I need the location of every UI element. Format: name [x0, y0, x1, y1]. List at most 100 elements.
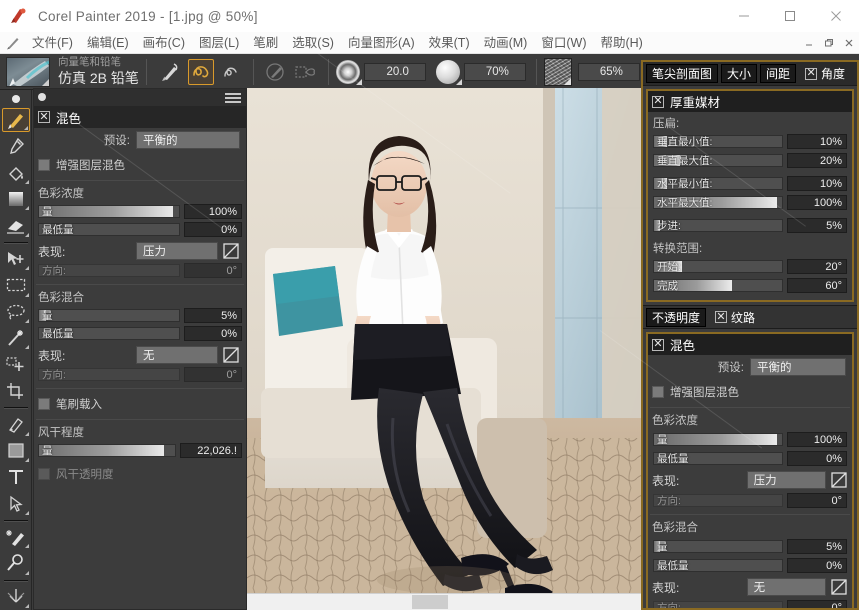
crop-tool[interactable] — [2, 379, 30, 403]
brush-opacity-dial[interactable] — [436, 60, 460, 84]
impasto-hmax-value[interactable]: 100% — [787, 195, 847, 210]
cb-expression-select[interactable]: 无 — [136, 346, 218, 364]
impasto-section-header[interactable]: ✕ 厚重媒材 — [648, 91, 852, 112]
brush-size-input[interactable]: 20.0 — [364, 63, 426, 81]
brush-opacity-input[interactable]: 70% — [464, 63, 526, 81]
brush-stroke-icon[interactable] — [158, 59, 184, 85]
rp-cc-amount-slider[interactable]: 量 — [653, 433, 783, 446]
menu-file[interactable]: 文件(F) — [25, 32, 80, 54]
menu-layers[interactable]: 图层(L) — [192, 32, 246, 54]
cc-expression-select[interactable]: 压力 — [136, 242, 218, 260]
impasto-hmin-slider[interactable]: 水平最小值: — [653, 177, 783, 190]
rp-cc-expression-select[interactable]: 压力 — [747, 471, 826, 489]
brush-preview-swatch[interactable] — [6, 57, 50, 87]
freehand-stroke-icon[interactable] — [188, 59, 214, 85]
tab-angle[interactable]: ✕ 角度 — [799, 64, 851, 83]
cc-min-slider[interactable]: 最低量 — [38, 223, 180, 236]
rp-cb-amount-slider[interactable]: 量 — [653, 540, 783, 553]
cb-amount-slider[interactable]: 量 — [38, 309, 180, 322]
rp-cc-min-value[interactable]: 0% — [787, 451, 847, 466]
palette-grab-dot[interactable] — [12, 95, 20, 103]
stroke-preview-icon[interactable] — [293, 59, 319, 85]
menu-edit[interactable]: 编辑(E) — [80, 32, 136, 54]
cb-direction-value[interactable]: 0° — [184, 367, 242, 382]
shape-tool[interactable] — [2, 439, 30, 463]
horizontal-scrollbar[interactable] — [247, 593, 641, 610]
brush-size-dial[interactable] — [336, 60, 360, 84]
eraser-tool[interactable] — [2, 213, 30, 237]
menu-canvas[interactable]: 画布(C) — [136, 32, 192, 54]
cb-min-slider[interactable]: 最低量 — [38, 327, 180, 340]
tab-angle-checkbox[interactable]: ✕ — [805, 68, 817, 80]
cc-amount-value[interactable]: 100% — [184, 204, 242, 219]
impasto-vmin-value[interactable]: 10% — [787, 134, 847, 149]
menu-window[interactable]: 窗口(W) — [534, 32, 593, 54]
cc-direction-slider[interactable]: 方向: — [38, 264, 180, 277]
impasto-section-checkbox[interactable]: ✕ — [652, 96, 664, 108]
rp-cb-min-value[interactable]: 0% — [787, 558, 847, 573]
pen-tool[interactable] — [2, 412, 30, 436]
menu-help[interactable]: 帮助(H) — [593, 32, 649, 54]
cc-direction-value[interactable]: 0° — [184, 263, 242, 278]
cloner-tool[interactable] — [2, 525, 30, 549]
rp-preset-select[interactable]: 平衡的 — [750, 358, 846, 376]
menu-shapes[interactable]: 向量图形(A) — [341, 32, 422, 54]
tab-size[interactable]: 大小 — [721, 64, 757, 83]
impasto-hmax-slider[interactable]: 水平最大值: — [653, 196, 783, 209]
tab-opacity[interactable]: 不透明度 — [646, 308, 706, 327]
lasso-tool[interactable] — [2, 300, 30, 324]
rp-cb-direction-value[interactable]: 0° — [787, 600, 847, 610]
doc-close-button[interactable] — [839, 32, 859, 54]
impasto-step-value[interactable]: 5% — [787, 218, 847, 233]
impasto-start-value[interactable]: 20° — [787, 259, 847, 274]
doc-minimize-button[interactable] — [799, 32, 819, 54]
preset-select[interactable]: 平衡的 — [136, 131, 240, 149]
impasto-finish-slider[interactable]: 完成 — [653, 279, 783, 292]
magnifier-tool[interactable] — [2, 551, 30, 575]
cb-direction-slider[interactable]: 方向: — [38, 368, 180, 381]
rp-cc-direction-slider[interactable]: 方向: — [653, 494, 783, 507]
brush-load-checkbox[interactable] — [38, 398, 50, 410]
horizontal-scrollbar-thumb[interactable] — [412, 595, 448, 609]
brush-name-block[interactable]: 向量笔和铅笔 仿真 2B 铅笔 — [58, 57, 139, 86]
rp-cc-min-slider[interactable]: 最低量 — [653, 452, 783, 465]
maximize-button[interactable] — [767, 0, 813, 32]
mixing-section-header[interactable]: ✕ 混色 — [34, 106, 246, 128]
impasto-vmin-slider[interactable]: 垂直最小值: — [653, 135, 783, 148]
rp-cb-expression-select[interactable]: 无 — [747, 578, 826, 596]
rp-mixing-section-checkbox[interactable]: ✕ — [652, 339, 664, 351]
impasto-hmin-value[interactable]: 10% — [787, 176, 847, 191]
tab-dab-profile[interactable]: 笔尖剖面图 — [646, 64, 718, 83]
cc-amount-slider[interactable]: 量 — [38, 205, 180, 218]
mirror-tool[interactable] — [2, 585, 30, 609]
rp-cb-min-slider[interactable]: 最低量 — [653, 559, 783, 572]
dryout-amount-slider[interactable]: 量 — [38, 444, 176, 457]
dropper-tool[interactable] — [2, 134, 30, 158]
rectangular-selection-tool[interactable] — [2, 273, 30, 297]
layer-adjuster-tool[interactable] — [2, 247, 30, 271]
panel-header-bar[interactable] — [34, 89, 246, 106]
rp-cb-direction-slider[interactable]: 方向: — [653, 601, 783, 610]
menu-movie[interactable]: 动画(M) — [477, 32, 535, 54]
magic-wand-tool[interactable] — [2, 326, 30, 350]
dryout-transparency-checkbox[interactable] — [38, 468, 50, 480]
enhance-layer-mixing-checkbox[interactable] — [38, 159, 50, 171]
doc-restore-button[interactable] — [819, 32, 839, 54]
rp-cc-amount-value[interactable]: 100% — [787, 432, 847, 447]
brush-tool[interactable] — [2, 108, 30, 133]
brush-load-row[interactable]: 笔刷载入 — [34, 394, 246, 414]
tab-spacing[interactable]: 间距 — [760, 64, 796, 83]
rp-mixing-section-header[interactable]: ✕ 混色 — [648, 334, 852, 355]
tab-grain-checkbox[interactable]: ✕ — [715, 311, 727, 323]
shape-selection-tool[interactable] — [2, 491, 30, 515]
cc-min-value[interactable]: 0% — [184, 222, 242, 237]
impasto-vmax-value[interactable]: 20% — [787, 153, 847, 168]
text-tool[interactable] — [2, 465, 30, 489]
straight-line-stroke-icon[interactable] — [218, 59, 244, 85]
rp-enhance-checkbox[interactable] — [652, 386, 664, 398]
rp-cb-amount-value[interactable]: 5% — [787, 539, 847, 554]
close-button[interactable] — [813, 0, 859, 32]
dryout-transparency-row[interactable]: 风干透明度 — [34, 464, 246, 484]
cb-amount-value[interactable]: 5% — [184, 308, 242, 323]
panel-menu-icon[interactable] — [225, 93, 241, 105]
